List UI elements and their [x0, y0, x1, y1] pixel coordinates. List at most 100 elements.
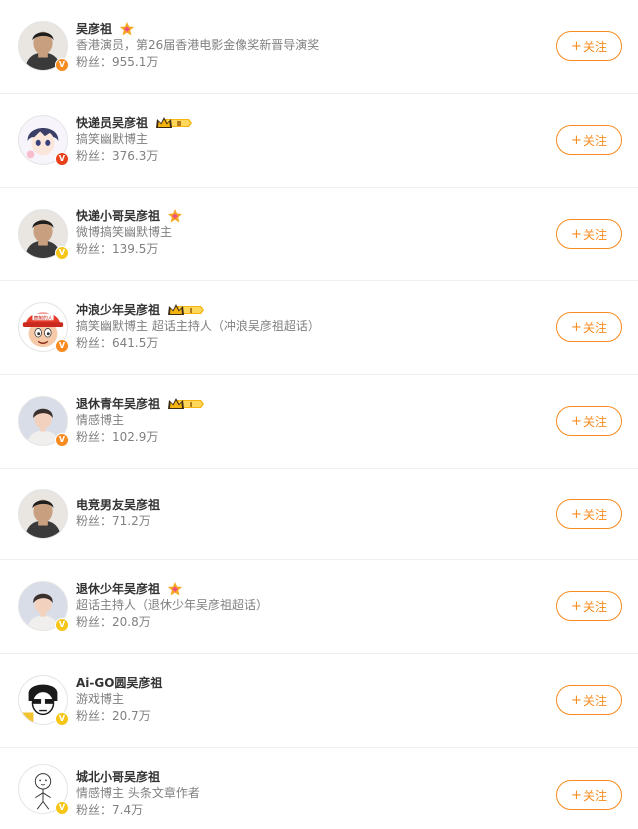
fans-count: 粉丝：139.5万 — [76, 242, 159, 256]
follow-label: 关注 — [582, 414, 607, 429]
user-name-link[interactable]: Ai-GO圆吴彦祖 — [76, 674, 162, 691]
user-info: 退休少年吴彦祖 超话主持人（退休少年吴彦祖超话） 粉丝：20.8万 — [76, 580, 268, 631]
follow-button[interactable]: + 关注 — [556, 406, 622, 436]
user-description: 游戏博主 — [76, 692, 125, 706]
verified-icon: V — [55, 712, 69, 726]
user-row: 鹿鲍的人 V 冲浪少年吴彦祖 Ⅰ 搞笑幽默博主 超话主持人（冲浪吴彦祖超话） 粉丝：641… — [0, 281, 638, 375]
follow-button[interactable]: + 关注 — [556, 31, 622, 61]
user-name-link[interactable]: 城北小哥吴彦祖 — [76, 768, 160, 785]
name-line: 冲浪少年吴彦祖 Ⅰ — [76, 301, 320, 318]
avatar-link[interactable]: V — [18, 581, 69, 632]
user-info: 吴彦祖 香港演员，第26届香港电影金像奖新晋导演奖 粉丝：955.1万 — [76, 20, 319, 71]
user-row: V 快递员吴彦祖 Ⅱ 搞笑幽默博主 粉丝：376.3万 + 关注 — [0, 94, 638, 188]
follow-label: 关注 — [582, 133, 607, 148]
user-description: 搞笑幽默博主 超话主持人（冲浪吴彦祖超话） — [76, 319, 320, 333]
user-row: 电竞男友吴彦祖 粉丝：71.2万 + 关注 — [0, 469, 638, 560]
user-name-link[interactable]: 退休少年吴彦祖 — [76, 580, 160, 597]
vip-star-icon — [167, 581, 183, 597]
name-line: 退休少年吴彦祖 — [76, 580, 268, 597]
name-line: 快递员吴彦祖 Ⅱ — [76, 114, 193, 131]
crown-level-icon: Ⅰ — [167, 302, 205, 318]
crown-level-icon: Ⅱ — [155, 115, 193, 131]
plus-icon: + — [571, 692, 582, 708]
follow-button[interactable]: + 关注 — [556, 312, 622, 342]
user-info: 退休青年吴彦祖 Ⅰ 情感博主 粉丝：102.9万 — [76, 395, 205, 446]
fans-count: 粉丝：20.8万 — [76, 615, 151, 629]
user-row: V 城北小哥吴彦祖 情感博主 头条文章作者 粉丝：7.4万 + 关注 — [0, 748, 638, 829]
avatar-link[interactable]: V — [18, 396, 69, 447]
follow-label: 关注 — [582, 39, 607, 54]
avatar-link[interactable]: V — [18, 675, 69, 726]
name-line: 城北小哥吴彦祖 — [76, 768, 200, 785]
follow-label: 关注 — [582, 227, 607, 242]
follow-button[interactable]: + 关注 — [556, 125, 622, 155]
plus-icon: + — [571, 226, 582, 242]
verified-icon: V — [55, 246, 69, 260]
user-name-link[interactable]: 快递员吴彦祖 — [76, 114, 148, 131]
name-line: 快递小哥吴彦祖 — [76, 207, 183, 224]
follow-label: 关注 — [582, 788, 607, 803]
user-name-link[interactable]: 快递小哥吴彦祖 — [76, 207, 160, 224]
fans-count: 粉丝：7.4万 — [76, 803, 144, 817]
crown-level-icon: Ⅰ — [167, 396, 205, 412]
user-name-link[interactable]: 冲浪少年吴彦祖 — [76, 301, 160, 318]
user-description: 搞笑幽默博主 — [76, 132, 149, 146]
follow-button[interactable]: + 关注 — [556, 219, 622, 249]
user-row: V 吴彦祖 香港演员，第26届香港电影金像奖新晋导演奖 粉丝：955.1万 + 关注 — [0, 0, 638, 94]
name-line: 吴彦祖 — [76, 20, 319, 37]
avatar-link[interactable] — [18, 489, 68, 539]
follow-label: 关注 — [582, 507, 607, 522]
name-line: 电竞男友吴彦祖 — [76, 496, 160, 513]
user-row: V Ai-GO圆吴彦祖 游戏博主粉丝：20.7万 + 关注 — [0, 654, 638, 748]
user-name-link[interactable]: 电竞男友吴彦祖 — [76, 496, 160, 513]
fans-count: 粉丝：102.9万 — [76, 430, 159, 444]
follow-button[interactable]: + 关注 — [556, 591, 622, 621]
svg-text:Ⅰ: Ⅰ — [190, 401, 193, 409]
avatar-link[interactable]: V — [18, 764, 69, 815]
avatar-link[interactable]: V — [18, 115, 69, 166]
verified-icon: V — [55, 339, 69, 353]
avatar-link[interactable]: 鹿鲍的人 V — [18, 302, 69, 353]
svg-text:Ⅰ: Ⅰ — [190, 307, 193, 315]
user-info: 电竞男友吴彦祖 粉丝：71.2万 — [76, 496, 160, 530]
fans-count: 粉丝：71.2万 — [76, 514, 151, 528]
user-description: 超话主持人（退休少年吴彦祖超话） — [76, 598, 269, 612]
verified-icon: V — [55, 152, 69, 166]
follow-button[interactable]: + 关注 — [556, 685, 622, 715]
follow-button[interactable]: + 关注 — [556, 780, 622, 810]
fans-count: 粉丝：376.3万 — [76, 149, 159, 163]
fans-count: 粉丝：955.1万 — [76, 55, 159, 69]
avatar-link[interactable]: V — [18, 209, 69, 260]
verified-icon: V — [55, 618, 69, 632]
user-description: 情感博主 头条文章作者 — [76, 786, 200, 800]
user-row: V 快递小哥吴彦祖 微博搞笑幽默博主 粉丝：139.5万 + 关注 — [0, 188, 638, 281]
follow-label: 关注 — [582, 599, 607, 614]
follow-button[interactable]: + 关注 — [556, 499, 622, 529]
avatar — [18, 489, 68, 539]
user-name-link[interactable]: 吴彦祖 — [76, 20, 112, 37]
user-row: V 退休少年吴彦祖 超话主持人（退休少年吴彦祖超话） 粉丝：20.8万 + 关注 — [0, 560, 638, 654]
user-description: 香港演员，第26届香港电影金像奖新晋导演奖 — [76, 38, 320, 52]
plus-icon: + — [571, 38, 582, 54]
user-info: 快递员吴彦祖 Ⅱ 搞笑幽默博主 粉丝：376.3万 — [76, 114, 193, 165]
follow-label: 关注 — [582, 693, 607, 708]
verified-icon: V — [55, 801, 69, 815]
user-name-link[interactable]: 退休青年吴彦祖 — [76, 395, 160, 412]
avatar-link[interactable]: V — [18, 21, 69, 72]
user-info: Ai-GO圆吴彦祖 游戏博主粉丝：20.7万 — [76, 674, 162, 725]
follow-label: 关注 — [582, 320, 607, 335]
user-info: 冲浪少年吴彦祖 Ⅰ 搞笑幽默博主 超话主持人（冲浪吴彦祖超话） 粉丝：641.5万 — [76, 301, 320, 352]
fans-count: 粉丝：20.7万 — [76, 709, 151, 723]
vip-star-icon — [119, 21, 135, 37]
plus-icon: + — [571, 319, 582, 335]
verified-icon: V — [55, 433, 69, 447]
plus-icon: + — [571, 413, 582, 429]
plus-icon: + — [571, 598, 582, 614]
plus-icon: + — [571, 132, 582, 148]
user-info: 城北小哥吴彦祖 情感博主 头条文章作者 粉丝：7.4万 — [76, 768, 200, 819]
plus-icon: + — [571, 787, 582, 803]
verified-icon: V — [55, 58, 69, 72]
user-row: V 退休青年吴彦祖 Ⅰ 情感博主 粉丝：102.9万 + 关注 — [0, 375, 638, 469]
name-line: Ai-GO圆吴彦祖 — [76, 674, 162, 691]
vip-star-icon — [167, 208, 183, 224]
